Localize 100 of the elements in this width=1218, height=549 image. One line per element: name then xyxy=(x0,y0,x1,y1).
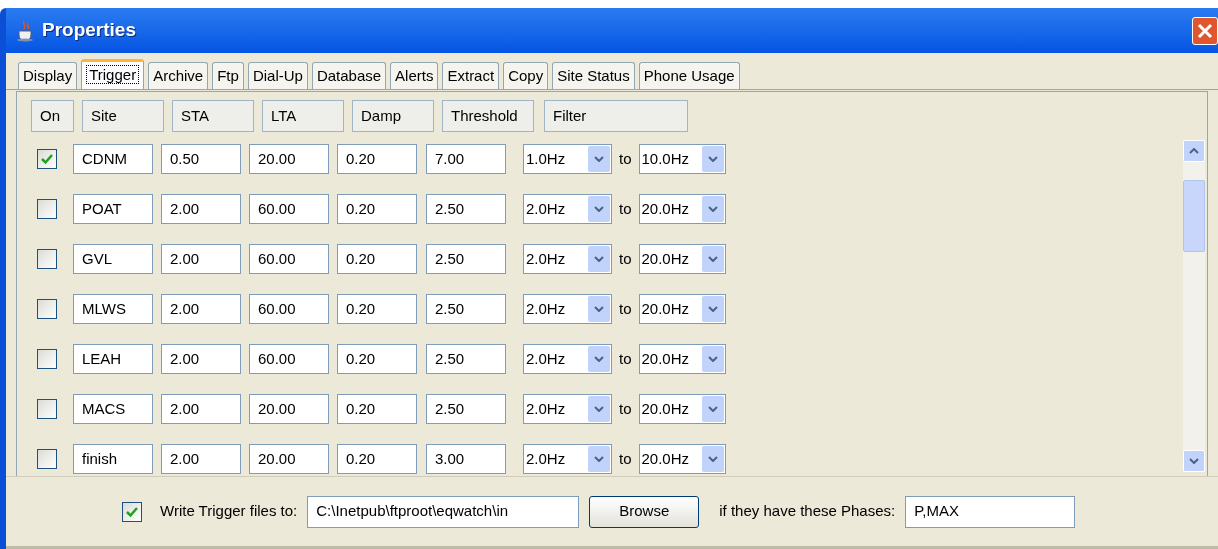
dropdown[interactable]: 20.0Hz xyxy=(638,294,726,324)
checkbox[interactable] xyxy=(37,149,57,169)
text-field[interactable]: MACS xyxy=(73,394,153,424)
scrollbar[interactable] xyxy=(1183,140,1205,472)
text-field[interactable]: 0.20 xyxy=(337,344,417,374)
tab[interactable]: Archive xyxy=(148,62,209,89)
text-field[interactable]: 2.00 xyxy=(161,244,241,274)
caret-icon xyxy=(707,356,718,362)
column-header: On xyxy=(31,100,74,132)
scrollbar-thumb[interactable] xyxy=(1183,180,1205,252)
text-field[interactable]: 2.50 xyxy=(426,294,506,324)
text-field[interactable]: 2.50 xyxy=(426,344,506,374)
caret-icon xyxy=(707,156,718,162)
tab[interactable]: Trigger xyxy=(81,59,145,89)
dropdown[interactable]: 2.0Hz xyxy=(523,194,612,224)
text-field[interactable]: 60.00 xyxy=(249,194,329,224)
checkbox[interactable] xyxy=(37,249,57,269)
text-field[interactable]: 0.20 xyxy=(337,444,417,474)
caret-icon xyxy=(707,206,718,212)
text-field[interactable]: 2.50 xyxy=(426,194,506,224)
text-field[interactable]: MLWS xyxy=(73,294,153,324)
dropdown[interactable]: 2.0Hz xyxy=(523,344,612,374)
text-field[interactable]: 60.00 xyxy=(249,294,329,324)
tab[interactable]: Extract xyxy=(442,62,500,89)
caret-icon xyxy=(707,406,718,412)
check-icon xyxy=(40,153,54,165)
checkbox[interactable] xyxy=(122,501,142,522)
text-field[interactable]: GVL xyxy=(73,244,153,274)
text-field[interactable]: 2.00 xyxy=(161,194,241,224)
coffee-cup-icon xyxy=(16,19,36,42)
text-field[interactable]: 0.20 xyxy=(337,294,417,324)
dropdown[interactable]: 2.0Hz xyxy=(523,244,612,274)
scroll-down-icon[interactable] xyxy=(1189,458,1199,464)
text-field[interactable]: CDNM xyxy=(73,144,153,174)
caret-icon xyxy=(707,306,718,312)
check-icon xyxy=(125,505,139,518)
phases-label: if they have these Phases: xyxy=(719,501,896,522)
tab[interactable]: Alerts xyxy=(390,62,439,89)
column-header: Site xyxy=(82,100,164,132)
checkbox[interactable] xyxy=(37,449,57,469)
column-header: Threshold xyxy=(442,100,534,132)
text-field[interactable]: 20.00 xyxy=(249,444,329,474)
dropdown[interactable]: 20.0Hz xyxy=(638,244,726,274)
dropdown[interactable]: 20.0Hz xyxy=(638,194,726,224)
text-field[interactable]: LEAH xyxy=(73,344,153,374)
text-field[interactable]: finish xyxy=(73,444,153,474)
tab[interactable]: Ftp xyxy=(212,62,244,89)
filter-to-label: to xyxy=(619,298,632,319)
checkbox[interactable] xyxy=(37,399,57,419)
checkbox[interactable] xyxy=(37,349,57,369)
scroll-up-icon[interactable] xyxy=(1189,148,1199,154)
dropdown[interactable]: 2.0Hz xyxy=(523,294,612,324)
close-icon xyxy=(1197,22,1213,39)
text-field[interactable]: 2.00 xyxy=(161,394,241,424)
caret-icon xyxy=(594,406,604,412)
write-label: Write Trigger files to: xyxy=(160,501,298,522)
tab[interactable]: Site Status xyxy=(552,62,635,89)
tab[interactable]: Database xyxy=(311,62,387,89)
text-field[interactable]: 0.50 xyxy=(161,144,241,174)
browse-button[interactable]: Browse xyxy=(589,495,700,528)
filter-to-label: to xyxy=(619,148,632,169)
text-field[interactable]: 0.20 xyxy=(337,144,417,174)
dropdown[interactable]: 2.0Hz xyxy=(523,394,612,424)
text-field[interactable]: 0.20 xyxy=(337,394,417,424)
checkbox[interactable] xyxy=(37,199,57,219)
text-field[interactable]: POAT xyxy=(73,194,153,224)
text-field[interactable]: 2.50 xyxy=(426,394,506,424)
tab[interactable]: Display xyxy=(18,62,78,89)
dropdown[interactable]: 20.0Hz xyxy=(638,344,726,374)
text-field[interactable]: 7.00 xyxy=(426,144,506,174)
text-field[interactable]: 2.00 xyxy=(161,444,241,474)
text-field[interactable]: 0.20 xyxy=(337,194,417,224)
text-field[interactable]: 2.50 xyxy=(426,244,506,274)
text-field[interactable]: 0.20 xyxy=(337,244,417,274)
text-field[interactable]: 20.00 xyxy=(249,144,329,174)
column-header: STA xyxy=(172,100,254,132)
text-field[interactable]: 60.00 xyxy=(249,344,329,374)
caret-icon xyxy=(594,306,604,312)
close-button[interactable] xyxy=(1192,16,1218,45)
dropdown[interactable]: 10.0Hz xyxy=(638,144,726,174)
text-field[interactable]: 20.00 xyxy=(249,394,329,424)
dropdown[interactable]: 20.0Hz xyxy=(638,394,726,424)
path-field[interactable]: C:\Inetpub\ftproot\eqwatch\in xyxy=(307,495,580,528)
tab[interactable]: Copy xyxy=(503,62,549,89)
dropdown[interactable]: 2.0Hz xyxy=(523,444,612,474)
checkbox[interactable] xyxy=(37,299,57,319)
text-field[interactable]: 2.00 xyxy=(161,344,241,374)
phases-field[interactable]: P,MAX xyxy=(905,495,1076,528)
tab[interactable]: Phone Usage xyxy=(638,62,740,89)
filter-to-label: to xyxy=(619,398,632,419)
dropdown[interactable]: 1.0Hz xyxy=(523,144,612,174)
text-field[interactable]: 3.00 xyxy=(426,444,506,474)
window-title: Properties xyxy=(42,18,136,43)
tab[interactable]: Dial-Up xyxy=(247,62,308,89)
text-field[interactable]: 2.00 xyxy=(161,294,241,324)
dropdown[interactable]: 20.0Hz xyxy=(638,444,726,474)
caret-icon xyxy=(594,356,604,362)
caret-icon xyxy=(594,156,604,162)
text-field[interactable]: 60.00 xyxy=(249,244,329,274)
filter-to-label: to xyxy=(619,248,632,269)
